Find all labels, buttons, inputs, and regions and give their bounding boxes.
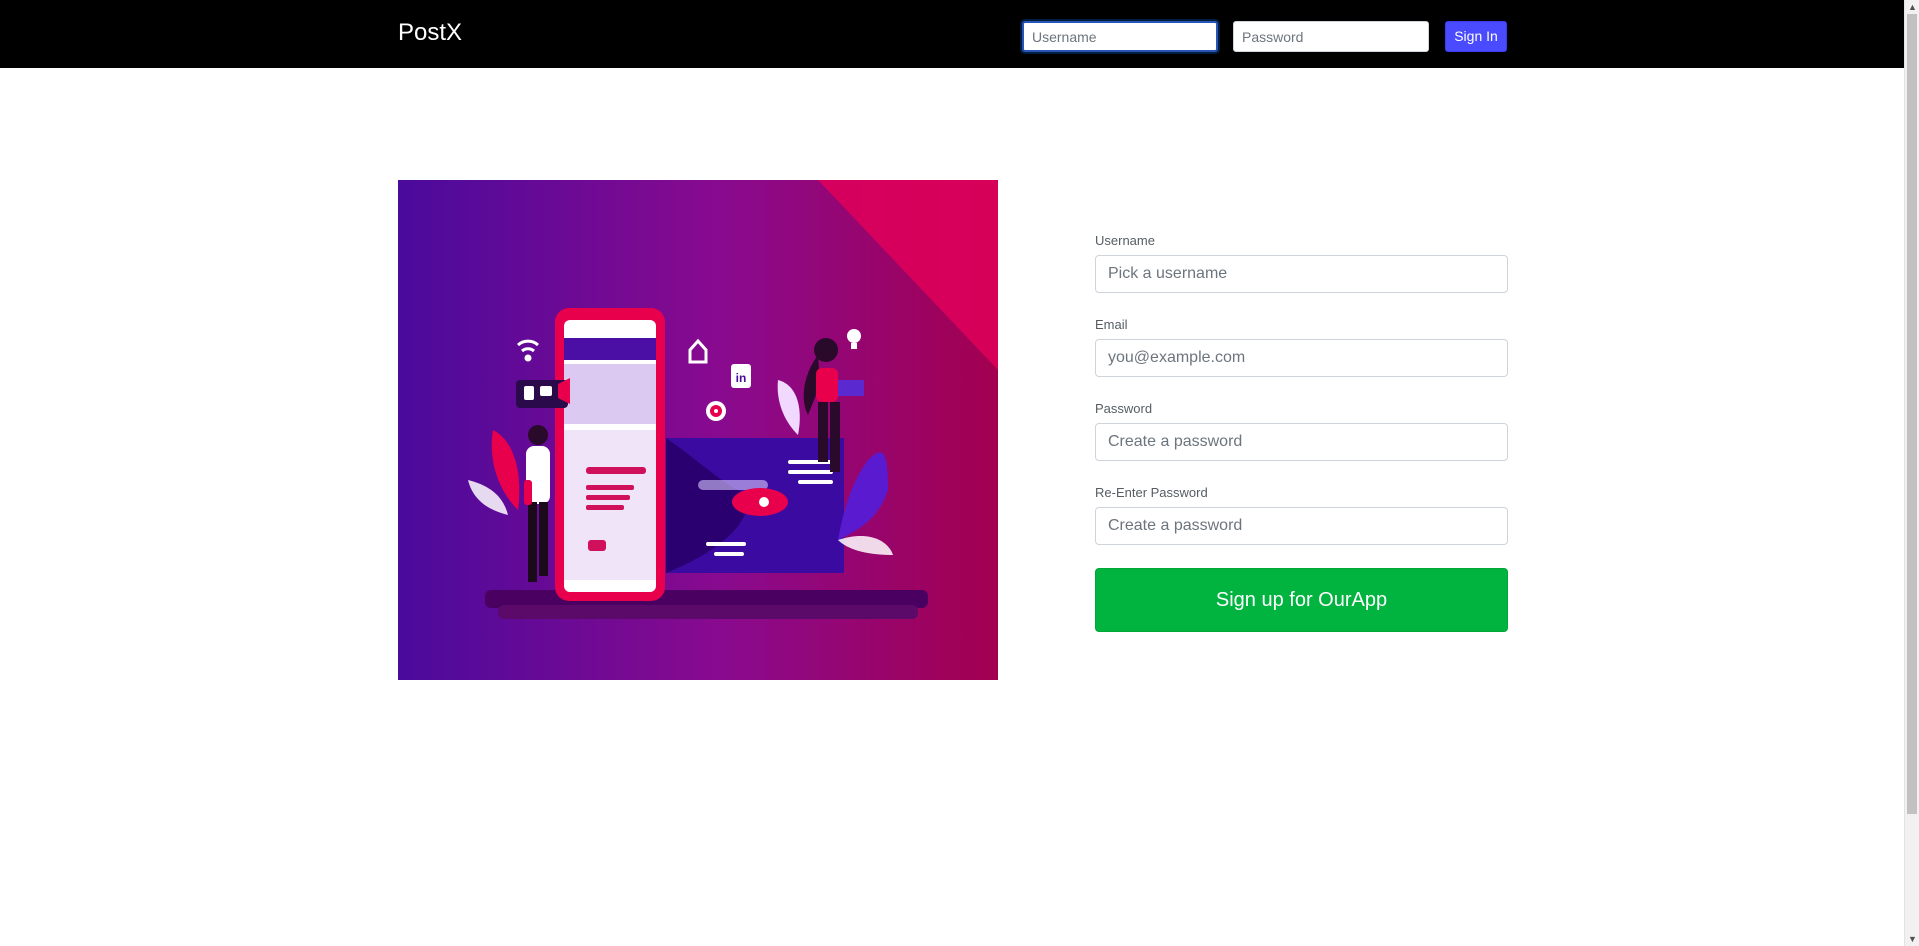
signin-username-input[interactable] xyxy=(1022,21,1218,52)
scroll-down-arrow-icon[interactable]: ▼ xyxy=(1905,932,1919,946)
repassword-label: Re-Enter Password xyxy=(1095,485,1208,500)
signup-email-input[interactable] xyxy=(1095,339,1508,377)
password-label: Password xyxy=(1095,401,1153,416)
signin-password-input[interactable] xyxy=(1233,21,1429,52)
signup-password-input[interactable] xyxy=(1095,423,1508,461)
rocket-icon xyxy=(759,497,769,507)
signin-button[interactable]: Sign In xyxy=(1445,21,1507,52)
brand-logo[interactable]: PostX xyxy=(398,18,462,48)
email-label: Email xyxy=(1095,317,1128,332)
signup-repassword-input[interactable] xyxy=(1095,507,1508,545)
scroll-thumb[interactable] xyxy=(1907,14,1917,814)
username-label: Username xyxy=(1095,233,1155,248)
signup-submit-button[interactable]: Sign up for OurApp xyxy=(1095,568,1508,632)
svg-text:in: in xyxy=(736,371,747,385)
top-navbar: PostX Sign In xyxy=(0,0,1904,68)
signup-username-input[interactable] xyxy=(1095,255,1508,293)
scroll-up-arrow-icon[interactable]: ▲ xyxy=(1905,0,1919,14)
vertical-scrollbar[interactable]: ▲ ▼ xyxy=(1904,0,1919,946)
hero-illustration: in xyxy=(398,180,998,680)
signup-form: Username Email Password Re-Enter Passwor… xyxy=(1095,232,1508,632)
